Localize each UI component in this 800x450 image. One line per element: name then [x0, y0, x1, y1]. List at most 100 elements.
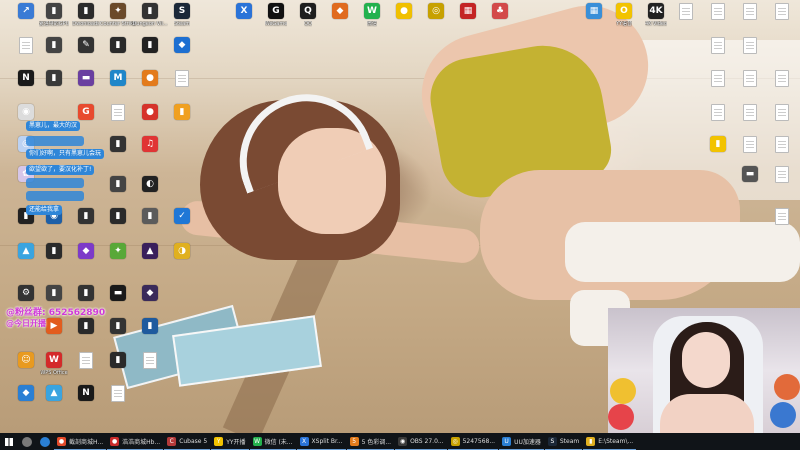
chat-message	[26, 191, 84, 201]
desktop-icon[interactable]: ♣	[482, 3, 518, 21]
desktop-icon[interactable]: ●	[386, 3, 422, 21]
desktop-icon[interactable]: N	[68, 385, 104, 403]
cortana-icon[interactable]	[18, 433, 36, 450]
taskbar-app-button[interactable]: U UU加速器	[499, 433, 544, 450]
desktop-icon[interactable]: ▮	[68, 318, 104, 336]
desktop-icon[interactable]: ✓	[164, 208, 200, 226]
desktop-icon[interactable]: M	[100, 70, 136, 88]
desktop-icon[interactable]: ◑	[164, 243, 200, 261]
start-icon[interactable]	[0, 433, 18, 450]
desktop-icon[interactable]: G	[68, 104, 104, 122]
desktop-icon[interactable]: ◉	[8, 104, 44, 122]
taskbar-app-button[interactable]: ◉ OBS 27.0...	[395, 433, 447, 450]
desktop-icon[interactable]: ▮ Dungeon Vil...	[132, 3, 168, 27]
desktop-icon[interactable]: ▮	[100, 37, 136, 55]
desktop-icon[interactable]	[764, 104, 800, 123]
edge-icon[interactable]	[36, 433, 54, 450]
taskbar-app-button[interactable]: W 微信 (未...	[249, 433, 296, 450]
desktop-icon[interactable]: W WPS Office	[36, 352, 72, 376]
taskbar-app-label: 微信 (未...	[264, 438, 293, 446]
xsplit-icon: X	[236, 3, 252, 19]
desktop-icon[interactable]	[68, 352, 104, 371]
desktop-icon[interactable]: ▮	[36, 70, 72, 88]
app-icon: ▮	[142, 318, 158, 334]
desktop-icon[interactable]: ▮	[164, 104, 200, 122]
desktop-icon[interactable]: ▮	[68, 285, 104, 303]
desktop-icon[interactable]: ▮	[132, 208, 168, 226]
desktop-icon[interactable]: ▮	[132, 318, 168, 336]
desktop-icon[interactable]: ◆	[322, 3, 358, 21]
taskbar-app-button[interactable]: ◎ 5247568...	[447, 433, 499, 450]
desktop-icon[interactable]: ▲	[132, 243, 168, 261]
desktop-icon[interactable]: ▲	[36, 385, 72, 403]
desktop-icon[interactable]: ▮	[100, 352, 136, 370]
taskbar-app-button[interactable]: Y YY开播	[211, 433, 249, 450]
desktop-icon[interactable]	[132, 352, 168, 371]
taskbar-app-button[interactable]: 55 色彩调...	[346, 433, 395, 450]
desktop-icon[interactable]	[700, 104, 736, 123]
desktop-icon[interactable]: ✦	[100, 243, 136, 261]
desktop-icon[interactable]: S Steam	[164, 3, 200, 27]
desktop-icon[interactable]: X	[226, 3, 262, 21]
desktop-icon[interactable]: ◎	[418, 3, 454, 21]
desktop-icon[interactable]	[700, 3, 736, 22]
desktop-icon-label: WeGame	[264, 21, 288, 27]
desktop-icon[interactable]	[732, 70, 768, 89]
desktop-icon[interactable]: ♫	[132, 136, 168, 154]
desktop-icon[interactable]: ▬	[68, 70, 104, 88]
desktop-icon[interactable]	[764, 208, 800, 227]
desktop-icon[interactable]: W 微信	[354, 3, 390, 27]
desktop-icon[interactable]: ▮ Dwonloads	[68, 3, 104, 27]
desktop-icon[interactable]	[732, 136, 768, 155]
desktop-icon[interactable]	[764, 3, 800, 22]
desktop-icon[interactable]	[764, 136, 800, 155]
desktop-icon[interactable]: ✎	[68, 37, 104, 55]
desktop-icon[interactable]: ▦	[450, 3, 486, 21]
desktop-icon[interactable]: ▮	[36, 243, 72, 261]
game-icon: ✦	[110, 3, 126, 19]
desktop-icon[interactable]: ▮	[100, 318, 136, 336]
desktop-icon[interactable]	[732, 104, 768, 123]
desktop-icon[interactable]: ●	[132, 104, 168, 122]
taskbar-app-button[interactable]: ● 截剖商城H...	[54, 433, 107, 450]
taskbar-app-button[interactable]: ● 浩浩商城Hb...	[107, 433, 164, 450]
desktop-icon[interactable]: ▬	[100, 285, 136, 303]
taskbar-app-button[interactable]: X XSplit Br...	[296, 433, 346, 450]
desktop-icon[interactable]: ▮	[36, 37, 72, 55]
desktop-icon[interactable]: Q QQ	[290, 3, 326, 27]
desktop-icon[interactable]	[732, 3, 768, 22]
app-icon: ▦	[460, 3, 476, 19]
desktop-icon[interactable]: ▮	[100, 208, 136, 226]
desktop-icon[interactable]: ◆	[132, 285, 168, 303]
desktop-icon[interactable]	[100, 104, 136, 123]
desktop-icon[interactable]	[100, 385, 136, 404]
app-icon: ✎	[78, 37, 94, 53]
desktop-icon[interactable]: ◆	[68, 243, 104, 261]
desktop-icon[interactable]: ◆	[164, 37, 200, 55]
video-icon: 4K	[648, 3, 664, 19]
wegame-icon: G	[268, 3, 284, 19]
desktop-icon[interactable]: ●	[132, 70, 168, 88]
desktop-icon[interactable]: G WeGame	[258, 3, 294, 27]
desktop-icon[interactable]: ▮	[700, 136, 736, 154]
desktop-icon[interactable]: ▮	[68, 208, 104, 226]
desktop-icon[interactable]	[700, 37, 736, 56]
desktop-icon[interactable]: ▮	[132, 37, 168, 55]
desktop-icon[interactable]	[700, 70, 736, 89]
desktop-icon[interactable]	[764, 166, 800, 185]
desktop-icon[interactable]	[164, 70, 200, 89]
desktop-icon[interactable]: ▮	[100, 136, 136, 154]
taskbar-app-button[interactable]: C Cubase 5	[164, 433, 211, 450]
desktop-icon[interactable]	[668, 3, 704, 22]
desktop-icon[interactable]: O YY语音	[606, 3, 642, 27]
taskbar-app-button[interactable]: ▮ E:\Steam\...	[583, 433, 637, 450]
desktop-icon[interactable]: ▮	[100, 176, 136, 194]
desktop-icon[interactable]	[732, 37, 768, 56]
taskbar-app-button[interactable]: S Steam	[544, 433, 583, 450]
desktop-icon[interactable]: ✦ Counter Strike	[100, 3, 136, 27]
desktop-icon[interactable]: ▮ 夏洛特的GPU	[36, 3, 72, 27]
desktop-icon[interactable]	[764, 70, 800, 89]
desktop-icon[interactable]: ▬	[732, 166, 768, 184]
desktop-icon[interactable]: ◐	[132, 176, 168, 194]
desktop-icon[interactable]: ▮	[36, 285, 72, 303]
